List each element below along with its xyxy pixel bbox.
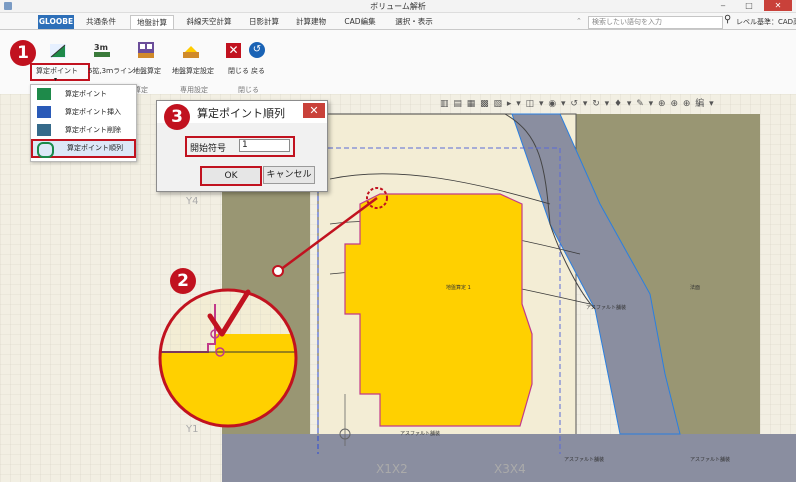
view-toolbar[interactable]: ▥ ▤ ▦ ▩ ▧ ▸ ▾ ◫ ▾ ◉ ▾ ↺ ▾ ↻ ▾ ♦ ▾ ✎ ▾ ⊕ … [440, 96, 796, 110]
grid-label-y4: Y4 [186, 196, 199, 207]
dialog-close-icon[interactable]: ✕ [303, 103, 325, 118]
3m-icon[interactable]: 3m [94, 43, 108, 52]
point-icon [37, 88, 51, 100]
close-button[interactable]: 閉じる [228, 66, 249, 76]
asphalt-label: アスファルト舗装 [586, 305, 627, 311]
callout-1: 1 [10, 40, 36, 66]
start-code-input[interactable]: 1 [239, 139, 290, 152]
ground-calc-button[interactable]: 地盤算定 [133, 66, 161, 76]
grid-label-x3x4: X3X4 [494, 462, 526, 476]
menu-item-point-order[interactable]: 算定ポイント順列 [31, 139, 136, 158]
slope-label: 法面 [690, 285, 701, 291]
cancel-button[interactable]: キャンセル [263, 166, 315, 184]
building-label: 地盤算定 1 [446, 285, 471, 291]
close-x-icon[interactable]: ✕ [226, 43, 241, 58]
level-basis-label: レベル基準：CAD高基準 [736, 18, 796, 26]
ground-calc-icon[interactable] [138, 42, 154, 58]
search-input[interactable]: 検索したい語句を入力 [588, 16, 723, 29]
insert-point-icon [37, 106, 51, 118]
asphalt-label: アスファルト舗装 [400, 431, 441, 437]
tab-cad-edit[interactable]: CAD編集 [338, 15, 382, 29]
delete-point-icon [37, 124, 51, 136]
3m-line-button[interactable]: 5拡,3ｍライン [88, 66, 134, 76]
ok-button[interactable]: OK [200, 166, 262, 186]
grid-label-x1x2: X1X2 [376, 462, 408, 476]
back-icon[interactable]: ↺ [249, 42, 265, 58]
minimize-icon[interactable]: ‒ [712, 0, 734, 11]
point-icon[interactable] [50, 44, 66, 58]
search-icon[interactable]: ⚲ [724, 14, 731, 25]
point-button-label: 算定ポイント [36, 67, 78, 75]
dialog-title: 算定ポイント順列 [197, 107, 285, 120]
point-dropdown-menu: 算定ポイント 算定ポイント挿入 算定ポイント削除 算定ポイント順列 [30, 84, 137, 162]
caret-up-icon[interactable]: ⌃ [576, 17, 582, 25]
start-code-label: 開始符号 [190, 144, 227, 154]
menu-item-point[interactable]: 算定ポイント [31, 85, 136, 103]
asphalt-label: アスファルト舗装 [690, 457, 731, 463]
callout-3: 3 [164, 104, 190, 130]
asphalt-label: アスファルト舗装 [564, 457, 605, 463]
3m-line-icon-graphic [94, 52, 110, 57]
tab-gloobe[interactable]: GLOOBE [38, 15, 74, 29]
menu-item-delete-point[interactable]: 算定ポイント削除 [31, 121, 136, 139]
order-icon [37, 142, 54, 158]
ground-setting-icon[interactable] [183, 44, 199, 58]
window-title: ボリューム解析 [370, 2, 426, 11]
tab-common-conditions[interactable]: 共通条件 [82, 15, 120, 29]
menu-item-insert-point[interactable]: 算定ポイント挿入 [31, 103, 136, 121]
close-icon[interactable]: ✕ [764, 0, 792, 11]
grid-label-y1: Y1 [186, 424, 199, 435]
maximize-icon[interactable]: □ [738, 0, 760, 11]
tab-slope-sky-calc[interactable]: 斜線天空計算 [180, 15, 238, 29]
callout-2: 2 [170, 268, 196, 294]
ground-setting-button[interactable]: 地盤算定設定 [172, 66, 214, 76]
tab-select-display[interactable]: 選択・表示 [390, 15, 438, 29]
tab-shadow-calc[interactable]: 日影計算 [244, 15, 284, 29]
tab-calc-building[interactable]: 計算建物 [291, 15, 331, 29]
chevron-down-icon[interactable]: ▾ [54, 76, 57, 83]
back-button[interactable]: 戻る [251, 66, 265, 76]
tab-ground-calc[interactable]: 地盤計算 [130, 15, 174, 30]
title-bar: ボリューム解析 ‒ □ ✕ [0, 0, 796, 13]
